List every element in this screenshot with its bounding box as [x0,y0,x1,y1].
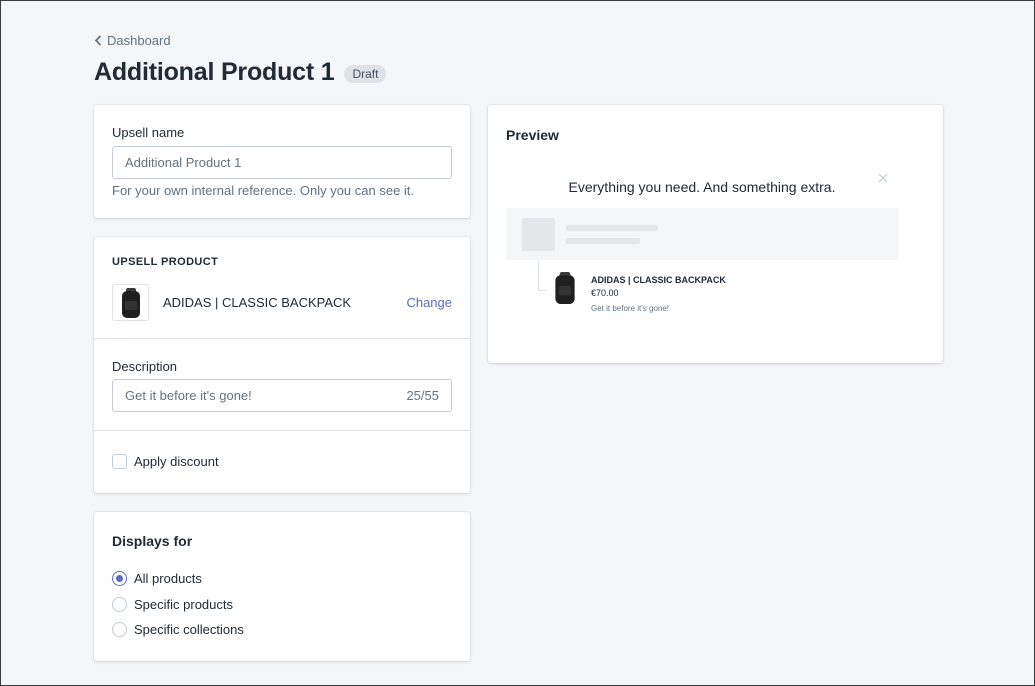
status-badge: Draft [344,64,387,83]
backpack-icon [555,272,575,304]
preview-connector [538,290,546,291]
preview-product-description: Get it before it's gone! [591,304,670,313]
apply-discount-checkbox[interactable] [112,454,127,469]
placeholder-line [566,238,640,244]
displays-for-title: Displays for [112,533,193,549]
backpack-icon [121,287,140,318]
preview-product-price: €70.00 [591,288,619,298]
radio-label: Specific collections [134,622,244,637]
chevron-left-icon [94,35,102,46]
radio-specific-collections-input[interactable] [112,622,127,637]
preview-connector [538,260,539,290]
placeholder-thumbnail [522,218,555,251]
upsell-name-label: Upsell name [112,125,185,140]
upsell-name-input-value: Additional Product 1 [125,155,242,170]
radio-specific-collections[interactable]: Specific collections [112,622,244,637]
description-label: Description [112,359,178,374]
upsell-name-card: Upsell name Additional Product 1 For you… [94,105,470,218]
change-product-button[interactable]: Change [406,295,452,310]
description-input-value: Get it before it's gone! [125,388,252,403]
upsell-product-card: UPSELL PRODUCT ADIDAS | CLASSIC BACKPACK… [94,237,470,493]
radio-all-products[interactable]: All products [112,571,202,586]
upsell-name-input[interactable]: Additional Product 1 [112,146,452,179]
displays-for-card: Displays for All products Specific produ… [94,512,470,661]
placeholder-line [566,225,658,231]
apply-discount-label: Apply discount [134,454,219,469]
radio-specific-products-input[interactable] [112,597,127,612]
radio-label: Specific products [134,597,233,612]
preview-cart-placeholder [506,208,898,260]
description-input[interactable]: Get it before it's gone! 25/55 [112,379,452,412]
divider [94,338,470,339]
apply-discount-checkbox-row[interactable]: Apply discount [112,454,219,469]
upsell-product-heading: UPSELL PRODUCT [112,256,219,268]
divider [94,430,470,431]
page-header: Additional Product 1 Draft [94,58,387,87]
preview-product-name: ADIDAS | CLASSIC BACKPACK [591,275,726,285]
preview-headline: Everything you need. And something extra… [568,179,836,195]
preview-card: Preview Everything you need. And somethi… [488,105,943,363]
radio-label: All products [134,571,202,586]
breadcrumb-dashboard[interactable]: Dashboard [94,33,171,48]
upsell-name-help: For your own internal reference. Only yo… [112,183,415,198]
close-icon[interactable] [878,173,888,183]
description-char-count: 25/55 [406,388,439,403]
preview-title: Preview [506,127,559,143]
radio-all-products-input[interactable] [112,571,127,586]
product-thumbnail [112,284,149,321]
breadcrumb-label: Dashboard [107,33,171,48]
radio-specific-products[interactable]: Specific products [112,597,233,612]
page-title: Additional Product 1 [94,58,335,86]
product-name: ADIDAS | CLASSIC BACKPACK [163,295,352,310]
